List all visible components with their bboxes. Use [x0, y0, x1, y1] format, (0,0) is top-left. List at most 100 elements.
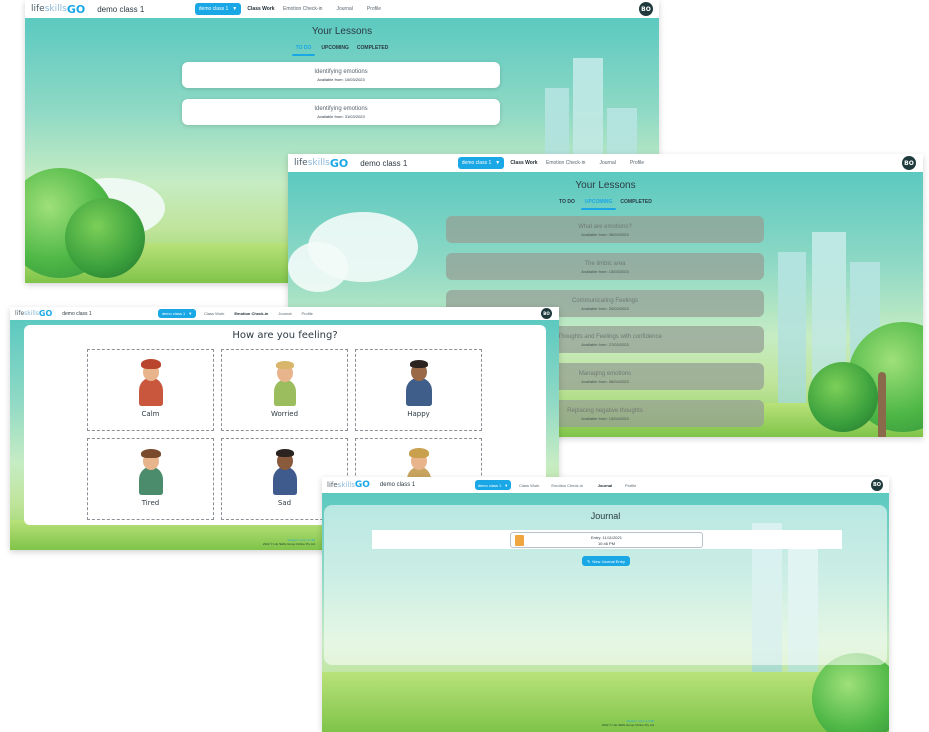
lesson-name: Identifying emotions	[314, 69, 368, 75]
class-dropdown-label: demo class 1	[198, 6, 229, 12]
emotion-label: Happy	[407, 410, 430, 418]
nav-emotion-checkin[interactable]: Emotion Check-in	[551, 480, 583, 490]
nav-profile[interactable]: Profile	[625, 480, 636, 490]
nav-journal[interactable]: Journal	[336, 3, 352, 15]
nav-journal-label: Journal	[336, 6, 353, 12]
nav-profile-label: Profile	[624, 482, 637, 488]
emotion-option-worried[interactable]: Worried	[221, 349, 348, 431]
nav-class-work[interactable]: Class Work	[519, 480, 539, 490]
class-name: demo class 1	[379, 482, 416, 488]
chevron-down-icon: ▼	[188, 311, 193, 316]
tab-todo[interactable]: TO DO	[559, 199, 575, 205]
nav-class-work[interactable]: Class Work	[510, 157, 538, 169]
class-dropdown-label: demo class 1	[477, 482, 502, 488]
journal-title: Journal	[590, 511, 621, 521]
tab-upcoming[interactable]: UPCOMING	[321, 45, 349, 51]
tree-trunk-decoration	[878, 372, 886, 437]
logo-skills: skills	[44, 4, 67, 14]
nav-emotion-checkin-label: Emotion Check-in	[546, 160, 586, 166]
lesson-card[interactable]: Identifying emotions Available from: 31/…	[182, 99, 500, 125]
lesson-name: Communicating Feelings	[571, 298, 639, 304]
class-name: demo class 1	[360, 158, 408, 168]
logo-life: life	[31, 4, 45, 14]
top-navbar: life skills GO demo class 1 demo class 1 ▼…	[25, 0, 659, 18]
nav-emotion-checkin[interactable]: Emotion Check-in	[546, 157, 585, 169]
lifeskillsgo-logo[interactable]: life skills GO	[15, 309, 52, 318]
user-avatar[interactable]: BO	[541, 308, 552, 319]
nav-profile-label: Profile	[301, 311, 313, 316]
lesson-name: What are emotions?	[578, 224, 632, 230]
nav-class-work[interactable]: Class Work	[247, 3, 275, 15]
class-dropdown[interactable]: demo class 1 ▼	[475, 480, 511, 490]
logo-life: life	[294, 158, 308, 168]
nav-journal[interactable]: Journal	[599, 157, 615, 169]
emotion-title: How are you feeling?	[232, 330, 338, 341]
emotion-label: Calm	[141, 410, 160, 418]
logo-life: life	[327, 481, 338, 489]
user-avatar[interactable]: BO	[639, 2, 653, 16]
tired-character-icon	[136, 447, 166, 497]
class-dropdown[interactable]: demo class 1 ▼	[158, 309, 196, 318]
class-name: demo class 1	[97, 4, 145, 14]
calm-character-icon	[136, 358, 166, 408]
logo-go: GO	[38, 309, 53, 318]
pencil-icon: ✎	[586, 558, 591, 564]
tab-upcoming[interactable]: UPCOMING	[580, 199, 616, 210]
nav-journal[interactable]: Journal	[278, 309, 291, 318]
tab-todo[interactable]: TO DO	[291, 45, 316, 56]
nav-class-work-label: Class Work	[247, 6, 275, 12]
lifeskillsgo-logo[interactable]: life skills GO	[327, 480, 370, 490]
emotion-option-happy[interactable]: Happy	[355, 349, 482, 431]
new-journal-entry-label: New Journal Entry	[592, 558, 626, 564]
copyright-text: 2022 © Life Skills Group Online Pty Ltd	[601, 723, 654, 727]
journal-entry-date: Entry: 11/11/2021	[591, 535, 622, 540]
cloud-decoration	[288, 242, 348, 292]
happy-character-icon	[404, 358, 434, 408]
nav-emotion-checkin[interactable]: Emotion Check-in	[234, 309, 268, 318]
lesson-card[interactable]: The limbic area Available from: 13/03/20…	[446, 253, 764, 280]
nav-profile[interactable]: Profile	[367, 3, 381, 15]
lifeskillsgo-logo[interactable]: life skills GO	[31, 3, 85, 16]
logo-skills: skills	[307, 158, 330, 168]
journal-entry-card[interactable]: Entry: 11/11/2021 10:46 PM	[510, 532, 703, 548]
logo-go: GO	[354, 480, 370, 490]
nav-profile[interactable]: Profile	[630, 157, 644, 169]
nav-journal-label: Journal	[599, 160, 616, 166]
footer: Version: 1.0.1.1.2.25 2022 © Life Skills…	[602, 719, 654, 727]
class-dropdown[interactable]: demo class 1 ▼	[458, 157, 504, 169]
emotion-option-tired[interactable]: Tired	[87, 438, 214, 520]
copyright-text: 2022 © Life Skills Group Online Pty Ltd	[262, 542, 315, 546]
chevron-down-icon: ▼	[232, 6, 238, 12]
nav-journal-label: Journal	[597, 482, 613, 488]
nav-emotion-checkin[interactable]: Emotion Check-in	[283, 3, 322, 15]
lesson-tabs: TO DO UPCOMING COMPLETED	[288, 199, 923, 210]
lesson-card[interactable]: What are emotions? Available from: 06/03…	[446, 216, 764, 243]
new-journal-entry-button[interactable]: ✎ New Journal Entry	[582, 556, 630, 566]
lifeskillsgo-logo[interactable]: life skills GO	[294, 157, 348, 170]
lesson-card[interactable]: Identifying emotions Available from: 10/…	[182, 62, 500, 88]
lesson-available: Available from: 06/03/2023	[581, 232, 629, 237]
journal-entry-time: 10:46 PM	[597, 541, 616, 546]
logo-go: GO	[66, 2, 86, 16]
nav-class-work-label: Class Work	[519, 482, 540, 488]
user-avatar[interactable]: BO	[871, 479, 883, 491]
lesson-name: Identifying emotions	[314, 106, 368, 112]
main-nav: demo class 1 ▼ Class Work Emotion Check-…	[195, 3, 381, 15]
emotion-option-calm[interactable]: Calm	[87, 349, 214, 431]
tab-completed[interactable]: COMPLETED	[620, 199, 651, 205]
tab-completed[interactable]: COMPLETED	[357, 45, 388, 51]
nav-class-work[interactable]: Class Work	[204, 309, 224, 318]
nav-profile-label: Profile	[629, 160, 645, 166]
top-navbar: life skills GO demo class 1 demo class 1 ▼…	[322, 477, 889, 493]
nav-class-work-label: Class Work	[510, 160, 538, 166]
nav-class-work-label: Class Work	[204, 311, 225, 316]
nav-emotion-checkin-label: Emotion Check-in	[283, 6, 323, 12]
nav-profile[interactable]: Profile	[302, 309, 313, 318]
top-navbar: life skills GO demo class 1 demo class 1 ▼…	[10, 307, 559, 320]
user-avatar[interactable]: BO	[902, 156, 916, 170]
class-dropdown[interactable]: demo class 1 ▼	[195, 3, 241, 15]
class-name: demo class 1	[62, 310, 92, 317]
nav-journal[interactable]: Journal	[595, 480, 615, 490]
logo-skills: skills	[24, 310, 39, 317]
main-nav: demo class 1 ▼ Class Work Emotion Check-…	[158, 309, 313, 318]
